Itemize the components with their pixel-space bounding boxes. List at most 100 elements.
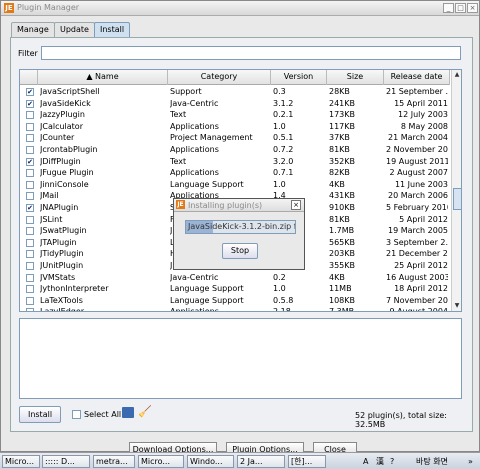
table-row[interactable]: JazzyPlugin Text 0.2.1 173KB 12 July 2003: [20, 109, 450, 121]
row-checkbox[interactable]: [26, 285, 34, 294]
row-checkbox[interactable]: [26, 192, 34, 201]
row-version: 2.18: [273, 307, 291, 312]
taskbar-item[interactable]: ::::: D...: [42, 455, 90, 468]
desktop-label[interactable]: 바탕 화면: [416, 456, 448, 467]
ime-indicator[interactable]: A: [363, 456, 368, 467]
table-row[interactable]: LaTeXTools Language Support 0.5.8 108KB 7 No…: [20, 295, 450, 307]
row-release-date: 21 September ...: [386, 87, 448, 96]
row-release-date: 21 March 2004: [387, 133, 448, 143]
row-checkbox[interactable]: [26, 111, 34, 120]
row-checkbox[interactable]: [26, 308, 34, 311]
taskbar-item[interactable]: Micro...: [138, 455, 184, 468]
tab-manage[interactable]: Manage: [11, 22, 55, 37]
row-size: 910KB: [329, 203, 356, 212]
row-checkbox[interactable]: [26, 250, 34, 259]
row-release-date: 5 April 2012: [399, 214, 448, 224]
header-release-date[interactable]: Release date: [384, 70, 450, 85]
scrollbar-thumb[interactable]: [453, 188, 461, 210]
row-checkbox[interactable]: [26, 296, 34, 305]
row-checkbox[interactable]: ✔: [26, 88, 34, 96]
table-row[interactable]: JVMStats Java-Centric 0.2 4KB 16 August 2003: [20, 272, 450, 284]
table-row[interactable]: JythonInterpreter Language Support 1.0 11MB…: [20, 283, 450, 295]
row-checkbox[interactable]: [26, 227, 34, 236]
jedit-logo-icon: JE: [4, 3, 14, 13]
row-release-date: 8 May 2008: [400, 121, 448, 131]
row-category: Applications: [170, 307, 219, 312]
select-all-checkbox[interactable]: [72, 410, 81, 419]
taskbar-item[interactable]: Windo...: [187, 455, 234, 468]
taskbar-item[interactable]: metra...: [93, 455, 135, 468]
header-size[interactable]: Size: [327, 70, 384, 85]
maximize-button[interactable]: □: [455, 3, 466, 13]
hanja-indicator[interactable]: 漢: [376, 456, 384, 467]
dialog-close-button[interactable]: ×: [291, 200, 301, 210]
row-checkbox[interactable]: [26, 134, 34, 143]
taskbar-item[interactable]: Micro...: [2, 455, 40, 468]
row-name: JSLint: [40, 214, 63, 224]
row-size: 11MB: [329, 284, 352, 294]
row-name: JinniConsole: [40, 179, 89, 189]
table-row[interactable]: JcrontabPlugin Applications 0.7.2 81KB 2 Nov…: [20, 144, 450, 156]
minimize-button[interactable]: _: [443, 3, 454, 13]
row-checkbox[interactable]: [26, 122, 34, 131]
table-row[interactable]: JinniConsole Language Support 1.0 4KB 11 Jun…: [20, 179, 450, 191]
window-title: Plugin Manager: [17, 3, 80, 12]
row-version: 0.2: [273, 272, 286, 282]
row-name: JTAPlugin: [40, 237, 77, 247]
tab-update[interactable]: Update: [54, 22, 95, 37]
taskbar-item[interactable]: 2 Ja...: [237, 455, 285, 468]
table-row[interactable]: ✔ JDiffPlugin Text 3.2.0 352KB 19 August 2011: [20, 156, 450, 168]
folder-icon[interactable]: [122, 407, 134, 418]
table-row[interactable]: LazyJEdger Applications 2.18 7.3MB 9 August …: [20, 306, 450, 312]
tray-expand-icon[interactable]: »: [468, 456, 473, 467]
row-category: Support: [170, 87, 202, 96]
install-button[interactable]: Install: [19, 406, 61, 423]
help-icon[interactable]: ?: [390, 456, 394, 467]
row-checkbox[interactable]: ✔: [26, 157, 34, 166]
filter-input[interactable]: [41, 46, 461, 60]
row-name: JVMStats: [40, 272, 76, 282]
row-release-date: 7 November 20...: [386, 295, 448, 305]
row-release-date: 9 August 2004: [389, 307, 448, 312]
table-row[interactable]: ✔ JavaScriptShell Support 0.3 28KB 21 Septemb…: [20, 86, 450, 98]
header-category[interactable]: Category: [168, 70, 271, 85]
tab-install[interactable]: Install: [94, 22, 131, 37]
row-size: 117KB: [329, 121, 356, 131]
row-name: LaTeXTools: [40, 295, 83, 305]
scroll-up-arrow-icon[interactable]: ▲: [452, 70, 461, 80]
row-name: JFugue Plugin: [40, 168, 94, 178]
row-size: 81KB: [329, 145, 350, 154]
row-checkbox[interactable]: [26, 238, 34, 247]
row-checkbox[interactable]: [26, 215, 34, 224]
close-window-button[interactable]: ×: [467, 3, 478, 13]
header-checkbox-col: [20, 70, 38, 85]
row-category: Language Support: [170, 179, 244, 189]
row-release-date: 20 March 2006: [387, 191, 448, 201]
table-row[interactable]: JCalculator Applications 1.0 117KB 8 May 200…: [20, 121, 450, 133]
table-row[interactable]: ✔ JavaSideKick Java-Centric 3.1.2 241KB 15 Ap…: [20, 98, 450, 110]
row-checkbox[interactable]: [26, 262, 34, 270]
broom-icon[interactable]: 🧹: [138, 405, 152, 419]
header-name[interactable]: ▲ Name: [38, 70, 168, 85]
taskbar-item[interactable]: [한]...: [288, 455, 326, 468]
installing-dialog: JE Installing plugin(s) × JavaSideKick-3…: [173, 198, 305, 270]
row-checkbox[interactable]: [26, 180, 34, 189]
row-checkbox[interactable]: ✔: [26, 204, 34, 212]
row-checkbox[interactable]: [26, 169, 34, 178]
row-checkbox[interactable]: [26, 146, 34, 154]
title-bar: JE Plugin Manager _ □ ×: [1, 1, 479, 16]
header-version[interactable]: Version: [271, 70, 327, 85]
table-row[interactable]: JCounter Project Management 0.5.1 37KB 21 Ma…: [20, 132, 450, 144]
row-checkbox[interactable]: [26, 273, 34, 282]
table-scrollbar[interactable]: ▲ ▼: [451, 70, 461, 311]
stop-button[interactable]: Stop: [222, 243, 258, 259]
taskbar: Micro...::::: D... metra... Micro... Windo.…: [0, 452, 480, 469]
row-name: JTidyPlugin: [40, 249, 84, 259]
row-checkbox[interactable]: ✔: [26, 99, 34, 108]
scroll-down-arrow-icon[interactable]: ▼: [452, 301, 461, 311]
dialog-title-bar: JE Installing plugin(s) ×: [174, 199, 304, 212]
table-row[interactable]: JFugue Plugin Applications 0.7.1 82KB 2 Augu…: [20, 167, 450, 179]
row-category: Java-Centric: [170, 272, 219, 282]
row-name: JazzyPlugin: [40, 110, 85, 120]
plugin-description-area: [19, 318, 462, 399]
